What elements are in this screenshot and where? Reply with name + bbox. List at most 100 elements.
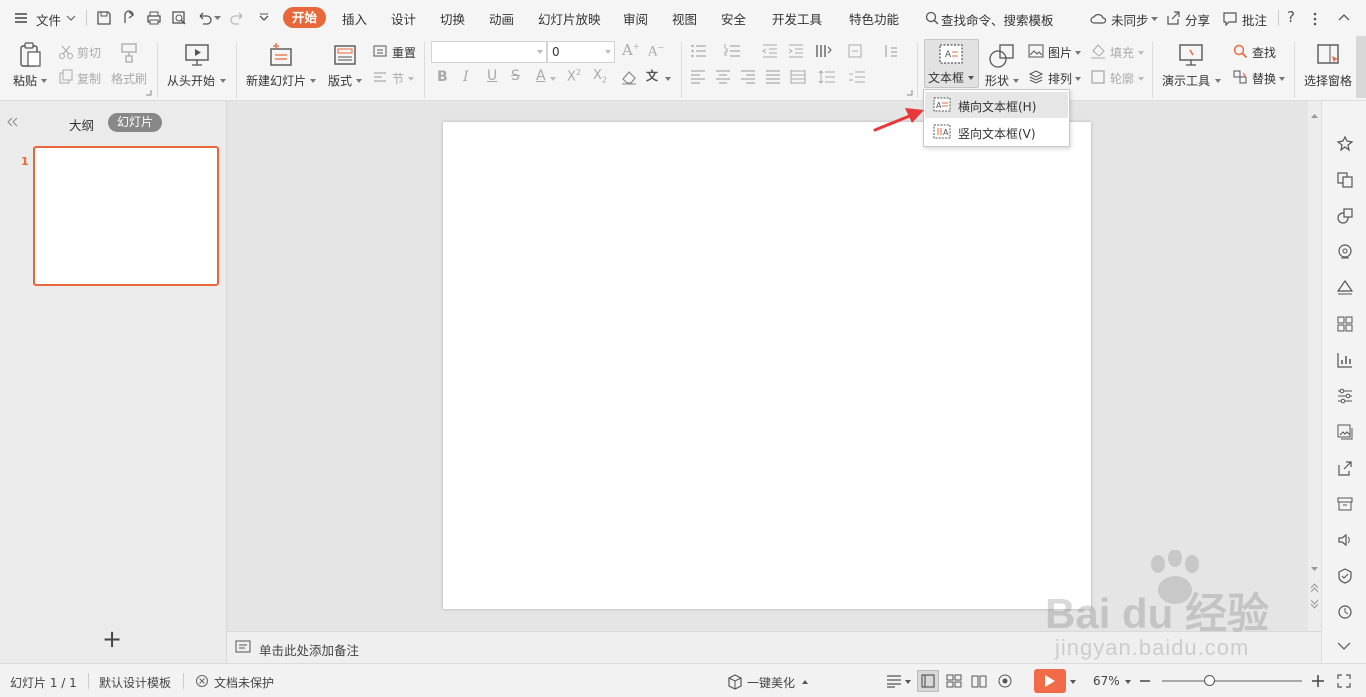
command-search[interactable]: 查找命令、搜索模板 (924, 8, 1054, 28)
bold-icon[interactable]: B (437, 69, 448, 85)
font-name-select[interactable] (431, 41, 547, 63)
pin-icon[interactable] (1336, 135, 1354, 153)
shrink-font-icon[interactable]: A− (648, 43, 664, 59)
superscript-icon[interactable]: X2 (567, 68, 581, 84)
phonetic-icon[interactable]: 文 (646, 67, 658, 84)
share-button[interactable]: 分享 (1165, 8, 1215, 28)
font-color-icon[interactable]: A (536, 68, 546, 84)
shield-icon[interactable] (1336, 567, 1354, 585)
notes-toggle-icon[interactable] (886, 674, 904, 688)
scroll-up-icon[interactable] (1311, 113, 1318, 118)
layers-icon[interactable] (1336, 279, 1354, 297)
tab-view[interactable]: 视图 (672, 9, 697, 28)
beautify-button[interactable]: 一键美化 (747, 674, 795, 691)
tab-slideshow[interactable]: 幻灯片放映 (538, 9, 601, 28)
text-direction-icon[interactable] (815, 43, 833, 59)
line-spacing-icon[interactable] (818, 69, 836, 85)
align-right-icon[interactable] (740, 69, 756, 85)
chart-icon[interactable] (1336, 351, 1354, 369)
tab-security[interactable]: 安全 (721, 9, 746, 28)
tab-home[interactable]: 开始 (283, 7, 327, 28)
decrease-indent-icon[interactable] (762, 43, 778, 59)
new-slide-button[interactable]: 新建幻灯片 (244, 40, 318, 92)
slide-thumbnail[interactable] (33, 146, 219, 286)
tab-review[interactable]: 审阅 (623, 9, 648, 28)
speaker-icon[interactable] (1336, 531, 1354, 549)
reset-button[interactable]: 重置 (392, 44, 416, 61)
customize-icon[interactable] (255, 9, 273, 27)
select-pane-button[interactable]: 选择窗格 (1302, 40, 1356, 92)
more-icon[interactable] (1313, 12, 1317, 26)
tab-transition[interactable]: 切换 (440, 9, 465, 28)
paragraph-spacing-icon[interactable] (848, 69, 866, 85)
collapse-ribbon-icon[interactable] (1338, 13, 1350, 21)
zoom-level[interactable]: 67% (1093, 674, 1120, 688)
increase-indent-icon[interactable] (788, 43, 804, 59)
section-button[interactable]: 节 (392, 70, 404, 87)
justify-icon[interactable] (765, 69, 781, 85)
location-icon[interactable] (1336, 243, 1354, 261)
subscript-icon[interactable]: X2 (593, 68, 607, 85)
settings-sliders-icon[interactable] (1336, 387, 1354, 405)
cut-button[interactable]: 剪切 (77, 44, 101, 61)
textbox-button[interactable]: A 文本框 (924, 39, 979, 88)
print-preview-icon[interactable] (170, 9, 188, 27)
numbered-list-icon[interactable] (724, 43, 742, 59)
file-menu-button[interactable]: 文件 (12, 8, 80, 28)
chevron-down-icon[interactable] (1070, 680, 1076, 684)
outline-button[interactable]: 轮廓 (1110, 70, 1134, 87)
layout-button[interactable]: 版式 (325, 40, 365, 92)
zoom-slider-thumb[interactable] (1204, 675, 1215, 686)
share-out-icon[interactable] (1336, 459, 1354, 477)
archive-icon[interactable] (1336, 495, 1354, 513)
paste-button[interactable]: 粘贴 (10, 40, 50, 92)
undo-dropdown-icon[interactable] (214, 16, 221, 21)
zoom-out-icon[interactable] (1140, 680, 1150, 682)
vertical-textbox-item[interactable]: A 竖向文本框(V) (925, 119, 1068, 145)
sorter-view-icon[interactable] (946, 674, 962, 688)
grow-font-icon[interactable]: A+ (622, 41, 640, 59)
play-slideshow-button[interactable] (1034, 669, 1066, 693)
design-template[interactable]: 默认设计模板 (99, 674, 171, 691)
italic-icon[interactable]: I (463, 69, 469, 85)
add-slide-button[interactable]: + (102, 627, 122, 651)
paragraph-launcher-icon[interactable] (907, 90, 913, 96)
normal-view-button[interactable] (917, 670, 939, 692)
replace-button[interactable]: 替换 (1252, 70, 1276, 87)
bullet-list-icon[interactable] (690, 43, 708, 59)
arrange-button[interactable]: 排列 (1048, 70, 1072, 87)
save-icon[interactable] (95, 9, 113, 27)
horizontal-textbox-item[interactable]: A 横向文本框(H) (925, 92, 1068, 118)
font-size-select[interactable]: 0 (547, 41, 615, 63)
comment-button[interactable]: 批注 (1222, 8, 1272, 28)
help-button[interactable]: ? (1287, 8, 1295, 26)
clear-format-icon[interactable] (621, 69, 637, 85)
find-button[interactable]: 查找 (1252, 44, 1276, 61)
tab-outline[interactable]: 大纲 (69, 115, 94, 134)
strikethrough-icon[interactable]: S (511, 68, 520, 84)
format-painter-button[interactable]: 格式刷 (111, 70, 147, 87)
tab-design[interactable]: 设计 (391, 9, 416, 28)
distribute-icon[interactable] (790, 69, 806, 85)
from-start-button[interactable]: 从头开始 (165, 40, 227, 92)
ribbon-scroll-strip[interactable] (1356, 36, 1366, 98)
tab-developer[interactable]: 开发工具 (772, 9, 822, 28)
align-center-icon[interactable] (715, 69, 731, 85)
reading-view-icon[interactable] (971, 674, 987, 688)
print-icon[interactable] (145, 9, 163, 27)
zoom-slider[interactable] (1162, 675, 1302, 686)
tab-insert[interactable]: 插入 (342, 9, 367, 28)
align-left-icon[interactable] (690, 69, 706, 85)
zoom-in-icon[interactable] (1312, 675, 1324, 687)
fill-button[interactable]: 填充 (1110, 44, 1134, 61)
clipboard-launcher-icon[interactable] (146, 90, 152, 96)
picture-button[interactable]: 图片 (1048, 44, 1072, 61)
record-icon[interactable] (997, 673, 1015, 689)
sync-button[interactable]: 未同步 (1090, 8, 1160, 28)
history-icon[interactable] (1336, 603, 1354, 621)
column-icon[interactable] (883, 43, 899, 59)
present-tools-button[interactable]: 演示工具 (1160, 40, 1222, 92)
convert-icon[interactable] (1336, 171, 1354, 189)
grid-icon[interactable] (1336, 315, 1354, 333)
document-protection[interactable]: 文档未保护 (214, 674, 274, 691)
